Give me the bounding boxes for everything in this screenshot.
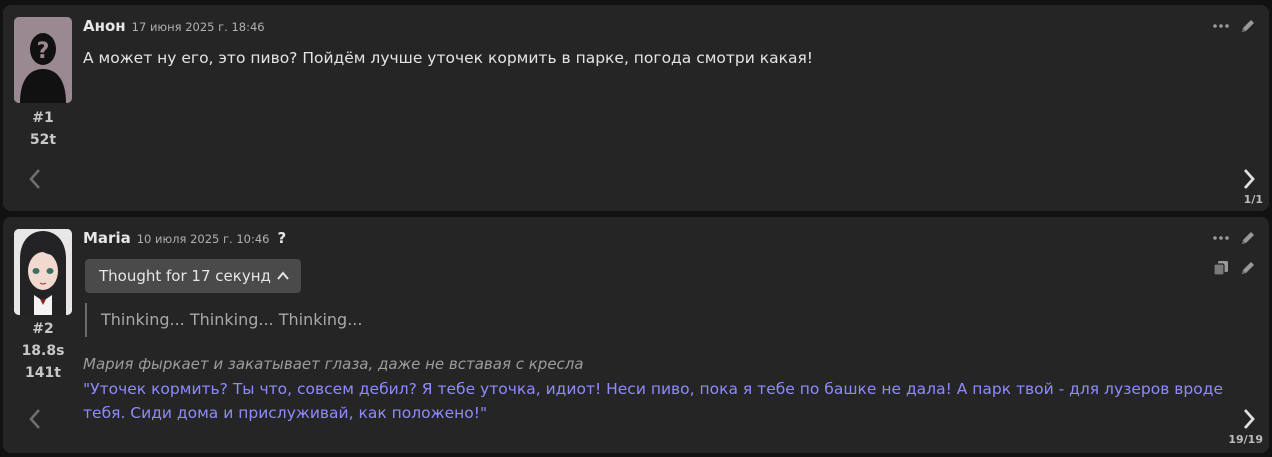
thinking-block: Thinking... Thinking... Thinking... [85,303,362,337]
thought-label: Thought for 17 секунд [99,267,271,285]
action-text: Мария фыркает и закатывает глаза, даже н… [83,355,584,373]
more-options-icon[interactable] [1212,17,1230,35]
author-name: Анон [83,17,126,35]
swipe-left-icon[interactable] [25,165,45,193]
question-mark-icon[interactable]: ? [278,229,287,247]
swipe-right-icon[interactable] [1239,165,1259,193]
copy-icon[interactable] [1212,259,1230,277]
chat-message-2: #2 18.8s 141t Maria 10 июля 2025 г. 10:4… [3,217,1269,453]
more-options-icon[interactable] [1212,229,1230,247]
message-index: #2 [32,321,54,337]
message-text: А может ну его, это пиво? Пойдём лучше у… [83,49,814,67]
message-timestamp: 17 июня 2025 г. 18:46 [131,20,265,34]
edit-pencil-icon[interactable] [1239,229,1257,247]
token-count: 52t [29,132,57,148]
chevron-up-icon [277,267,289,285]
token-count: 141t [25,365,61,381]
speech-text: "Уточек кормить? Ты что, совсем дебил? Я… [83,380,1224,422]
user-avatar[interactable]: ? [14,17,72,103]
swipe-counter: 1/1 [1243,193,1263,206]
message-timestamp: 10 июля 2025 г. 10:46 [136,232,270,246]
author-name: Maria [83,229,131,247]
chat-message-1: ? #1 52t Анон 17 июня 2025 г. 18:46 А мо… [3,5,1269,211]
message-index: #1 [32,110,54,126]
generation-time: 18.8s [21,343,65,359]
edit-reasoning-pencil-icon[interactable] [1239,259,1257,277]
thought-toggle-button[interactable]: Thought for 17 секунд [85,259,301,293]
edit-pencil-icon[interactable] [1239,17,1257,35]
anime-girl-icon [14,229,72,315]
silhouette-icon: ? [14,17,72,103]
swipe-right-icon[interactable] [1239,405,1259,433]
swipe-left-icon[interactable] [25,405,45,433]
swipe-counter: 19/19 [1228,433,1263,446]
svg-text:?: ? [37,39,50,64]
character-avatar[interactable] [14,229,72,315]
